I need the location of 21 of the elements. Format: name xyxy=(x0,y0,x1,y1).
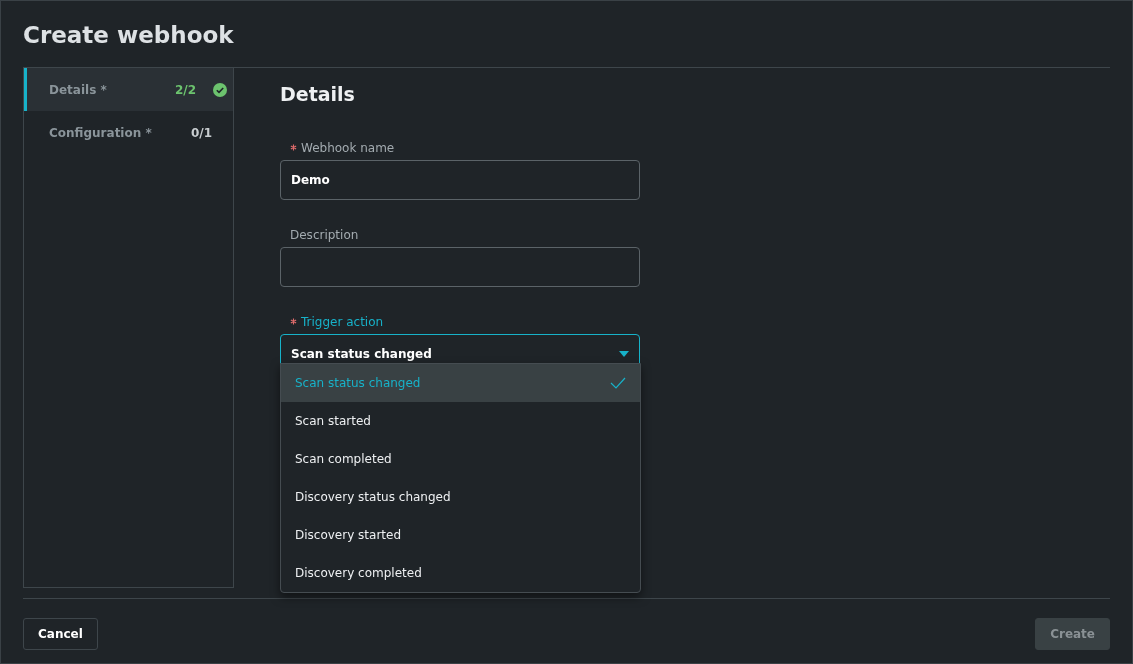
menu-option[interactable]: Discovery started xyxy=(281,516,640,554)
menu-option[interactable]: Scan completed xyxy=(281,440,640,478)
required-asterisk-icon xyxy=(290,317,297,325)
field-label: Description xyxy=(289,226,360,244)
step-tab[interactable]: Details * 2/2 xyxy=(24,68,233,111)
menu-option[interactable]: Scan started xyxy=(281,402,640,440)
check-icon xyxy=(610,377,626,389)
section-title: Details xyxy=(280,82,356,107)
field-label: Webhook name xyxy=(280,138,640,157)
menu-option[interactable]: Discovery completed xyxy=(281,554,640,592)
caret-icon xyxy=(619,350,629,357)
menu-option[interactable]: Discovery status changed xyxy=(281,478,640,516)
cancel-button[interactable]: Cancel xyxy=(23,618,98,650)
text-field[interactable]: Demo xyxy=(280,159,640,200)
field-label: Trigger action xyxy=(280,312,640,331)
menu-option[interactable]: Scan status changed xyxy=(281,364,640,402)
check-circle-icon xyxy=(213,82,227,97)
step-tab[interactable]: Configuration * 0/1 xyxy=(24,111,233,154)
dialog-title: Create webhook xyxy=(23,21,235,50)
required-asterisk-icon xyxy=(290,143,297,151)
text-field[interactable] xyxy=(280,246,640,287)
